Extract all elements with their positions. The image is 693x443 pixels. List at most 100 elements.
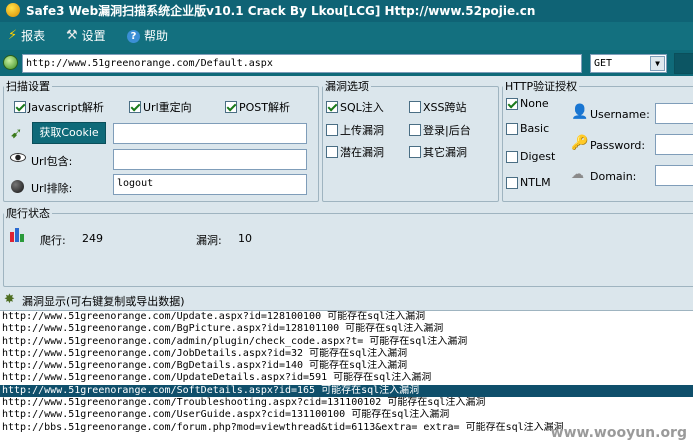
vuln-display-title: 漏洞显示(可右键复制或导出数据) xyxy=(22,295,185,308)
url-toolbar: http://www.51greenorange.com/Default.asp… xyxy=(0,50,693,76)
menu-help-label: 帮助 xyxy=(144,29,169,43)
latent-checkbox[interactable]: 潜在漏洞 xyxy=(326,144,384,160)
chevron-down-icon[interactable]: ▼ xyxy=(650,56,665,71)
post-label: POST解析 xyxy=(239,101,290,114)
domain-label: Domain: xyxy=(590,170,637,183)
url-input[interactable]: http://www.51greenorange.com/Default.asp… xyxy=(22,54,582,73)
other-label: 其它漏洞 xyxy=(423,146,467,159)
crawl-label: 爬行: xyxy=(40,234,66,247)
auth-ntlm-radio[interactable]: NTLM xyxy=(506,176,551,189)
url-redirect-label: Url重定向 xyxy=(143,101,192,114)
password-label: Password: xyxy=(590,139,646,152)
app-icon xyxy=(6,3,20,17)
xss-label: XSS跨站 xyxy=(423,101,467,114)
auth-none-check[interactable] xyxy=(506,97,518,110)
list-item[interactable]: http://www.51greenorange.com/Update.aspx… xyxy=(0,311,693,323)
sql-injection-checkbox[interactable]: SQL注入 xyxy=(326,99,384,115)
vuln-options-group: 漏洞选项 xyxy=(322,78,499,202)
cookie-icon: ➹ xyxy=(10,124,23,142)
bar-chart-icon xyxy=(10,228,25,242)
list-item[interactable]: http://www.51greenorange.com/BgPicture.a… xyxy=(0,323,693,335)
login-checkbox[interactable]: 登录|后台 xyxy=(409,122,471,138)
vuln-display-header: ✸ 漏洞显示(可右键复制或导出数据) xyxy=(0,291,693,310)
vuln-options-legend: 漏洞选项 xyxy=(325,80,369,93)
vuln-list[interactable]: http://www.51greenorange.com/Update.aspx… xyxy=(0,310,693,443)
auth-ntlm-check[interactable] xyxy=(506,176,518,189)
key-icon: 🔑 xyxy=(571,135,589,151)
scan-settings-legend: 扫描设置 xyxy=(6,80,50,93)
menu-settings[interactable]: ⚒ 设置 xyxy=(66,27,106,45)
crawl-status-legend: 爬行状态 xyxy=(6,207,50,220)
login-label: 登录|后台 xyxy=(423,124,471,137)
login-check[interactable] xyxy=(409,124,421,136)
sql-injection-check[interactable] xyxy=(326,101,338,113)
menu-report-label: 报表 xyxy=(21,29,46,43)
vuln-count: 10 xyxy=(238,232,252,245)
javascript-label: Javascript解析 xyxy=(28,101,104,114)
auth-digest-radio[interactable]: Digest xyxy=(506,150,555,163)
password-input[interactable] xyxy=(655,134,693,155)
post-checkbox[interactable]: POST解析 xyxy=(225,99,290,115)
javascript-check[interactable] xyxy=(14,101,26,113)
other-checkbox[interactable]: 其它漏洞 xyxy=(409,144,467,160)
list-item[interactable]: http://www.51greenorange.com/UpdateDetai… xyxy=(0,372,693,384)
list-item-selected[interactable]: http://www.51greenorange.com/SoftDetails… xyxy=(0,384,693,398)
other-check[interactable] xyxy=(409,146,421,158)
list-item[interactable]: http://www.51greenorange.com/JobDetails.… xyxy=(0,348,693,360)
go-icon[interactable] xyxy=(3,55,18,70)
auth-ntlm-label: NTLM xyxy=(520,176,551,189)
crawl-status-group: 爬行状态 xyxy=(3,205,693,287)
username-input[interactable] xyxy=(655,103,693,124)
help-icon: ? xyxy=(127,29,140,43)
username-label: Username: xyxy=(590,108,650,121)
url-exclude-input[interactable]: logout xyxy=(113,174,307,195)
bomb-icon xyxy=(11,180,24,193)
menu-report[interactable]: ⚡ 报表 xyxy=(8,27,45,45)
crawl-count: 249 xyxy=(82,232,103,245)
upload-checkbox[interactable]: 上传漏洞 xyxy=(326,122,384,138)
menu-settings-label: 设置 xyxy=(81,29,106,43)
auth-digest-label: Digest xyxy=(520,150,556,163)
watermark: www.wooyun.org xyxy=(550,425,687,441)
auth-none-radio[interactable]: None xyxy=(506,97,549,110)
auth-basic-check[interactable] xyxy=(506,122,518,135)
upload-label: 上传漏洞 xyxy=(340,124,384,137)
list-item[interactable]: http://www.51greenorange.com/Troubleshoo… xyxy=(0,397,693,409)
vuln-label: 漏洞: xyxy=(196,234,222,247)
url-redirect-check[interactable] xyxy=(129,101,141,113)
menu-bar: ⚡ 报表 ⚒ 设置 ? 帮助 xyxy=(0,22,693,50)
auth-none-label: None xyxy=(520,97,549,110)
domain-input[interactable] xyxy=(655,165,693,186)
auth-digest-check[interactable] xyxy=(506,150,518,163)
sql-injection-label: SQL注入 xyxy=(340,101,384,114)
auth-basic-label: Basic xyxy=(520,122,550,135)
url-include-input[interactable] xyxy=(113,149,307,170)
http-auth-legend: HTTP验证授权 xyxy=(505,80,578,93)
upload-check[interactable] xyxy=(326,124,338,136)
user-icon: 👤 xyxy=(571,104,589,120)
window-title: Safe3 Web漏洞扫描系统企业版v10.1 Crack By Lkou[LC… xyxy=(26,4,536,18)
lightning-icon: ⚡ xyxy=(8,28,18,43)
eye-icon xyxy=(10,153,26,162)
method-select[interactable]: GET ▼ xyxy=(590,54,667,73)
menu-help[interactable]: ? 帮助 xyxy=(127,27,168,45)
latent-label: 潜在漏洞 xyxy=(340,146,384,159)
list-item[interactable]: http://www.51greenorange.com/UserGuide.a… xyxy=(0,409,693,421)
list-item[interactable]: http://www.51greenorange.com/BgDetails.a… xyxy=(0,360,693,372)
get-cookie-button[interactable]: 获取Cookie xyxy=(32,122,106,144)
url-exclude-label: Url排除: xyxy=(31,182,73,195)
xss-check[interactable] xyxy=(409,101,421,113)
title-bar: Safe3 Web漏洞扫描系统企业版v10.1 Crack By Lkou[LC… xyxy=(0,0,693,22)
url-include-label: Url包含: xyxy=(31,155,73,168)
cookie-input[interactable] xyxy=(113,123,307,144)
post-check[interactable] xyxy=(225,101,237,113)
method-select-value: GET xyxy=(594,58,613,69)
xss-checkbox[interactable]: XSS跨站 xyxy=(409,99,467,115)
url-redirect-checkbox[interactable]: Url重定向 xyxy=(129,99,192,115)
javascript-checkbox[interactable]: Javascript解析 xyxy=(14,99,104,115)
list-item[interactable]: http://www.51greenorange.com/admin/plugi… xyxy=(0,336,693,348)
scan-button[interactable] xyxy=(674,53,693,74)
latent-check[interactable] xyxy=(326,146,338,158)
tools-icon: ⚒ xyxy=(66,28,78,43)
auth-basic-radio[interactable]: Basic xyxy=(506,122,549,135)
